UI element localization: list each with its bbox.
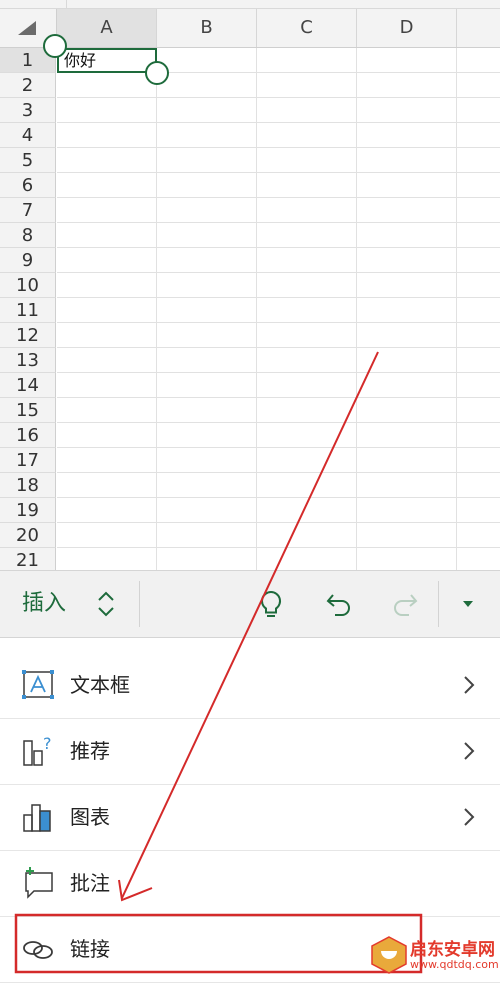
menu-item-label: 推荐 — [70, 739, 110, 763]
chevron-right-icon — [464, 676, 475, 694]
cell-a1[interactable]: 你好 — [57, 48, 157, 73]
row-header-9[interactable]: 9 — [0, 248, 56, 273]
ribbon-tab-insert[interactable]: 插入 — [22, 571, 66, 637]
column-header-d[interactable]: D — [357, 9, 457, 47]
row-header-4[interactable]: 4 — [0, 123, 56, 148]
menu-item-comment[interactable]: 批注 — [0, 850, 500, 917]
comment-icon — [25, 867, 53, 899]
row-header-10[interactable]: 10 — [0, 273, 56, 298]
watermark: 启东安卓网 www.qdtdq.com — [370, 933, 500, 979]
svg-text:?: ? — [43, 734, 52, 753]
row-header-3[interactable]: 3 — [0, 98, 56, 123]
row-header-15[interactable]: 15 — [0, 398, 56, 423]
menu-item-label: 文本框 — [70, 673, 130, 697]
lightbulb-icon[interactable] — [253, 586, 289, 622]
row-header-16[interactable]: 16 — [0, 423, 56, 448]
recommended-chart-icon: ? — [23, 734, 52, 766]
menu-item-chart[interactable]: 图表 — [0, 784, 500, 851]
watermark-name: 启东安卓网 — [410, 940, 495, 960]
chevron-up-down-icon[interactable] — [88, 586, 124, 622]
formula-bar-edge — [0, 0, 500, 9]
row-header-6[interactable]: 6 — [0, 173, 56, 198]
column-header-a[interactable]: A — [57, 9, 157, 47]
row-header-13[interactable]: 13 — [0, 348, 56, 373]
select-all-icon — [18, 21, 36, 35]
row-header-12[interactable]: 12 — [0, 323, 56, 348]
ribbon-toolbar: 插入 — [0, 570, 500, 638]
row-header-8[interactable]: 8 — [0, 223, 56, 248]
menu-item-label: 链接 — [70, 937, 110, 961]
row-header-11[interactable]: 11 — [0, 298, 56, 323]
cell-grid[interactable] — [57, 48, 500, 570]
row-header-20[interactable]: 20 — [0, 523, 56, 548]
selection-handle-bottom-right[interactable] — [145, 61, 169, 85]
column-header-e-partial[interactable] — [457, 9, 500, 47]
caret-down-icon[interactable] — [450, 586, 486, 622]
chevron-right-icon — [464, 808, 475, 826]
column-header-bar: A B C D — [0, 9, 500, 48]
row-header-18[interactable]: 18 — [0, 473, 56, 498]
text-box-icon — [22, 670, 54, 699]
watermark-logo-icon — [371, 936, 407, 974]
undo-icon[interactable] — [321, 586, 357, 622]
menu-item-recommended[interactable]: ? 推荐 — [0, 718, 500, 785]
chart-icon — [23, 804, 51, 832]
selection-handle-top-left[interactable] — [43, 34, 67, 58]
watermark-url: www.qdtdq.com — [410, 958, 499, 971]
row-header-5[interactable]: 5 — [0, 148, 56, 173]
menu-item-label: 批注 — [70, 871, 110, 895]
redo-icon[interactable] — [387, 586, 423, 622]
column-header-c[interactable]: C — [257, 9, 357, 47]
column-header-b[interactable]: B — [157, 9, 257, 47]
row-header-17[interactable]: 17 — [0, 448, 56, 473]
chevron-right-icon — [464, 742, 475, 760]
row-header-7[interactable]: 7 — [0, 198, 56, 223]
menu-item-label: 图表 — [70, 805, 110, 829]
row-header-2[interactable]: 2 — [0, 73, 56, 98]
link-icon — [23, 941, 53, 959]
row-header-19[interactable]: 19 — [0, 498, 56, 523]
menu-item-text-box[interactable]: 文本框 — [0, 652, 500, 719]
row-header-14[interactable]: 14 — [0, 373, 56, 398]
